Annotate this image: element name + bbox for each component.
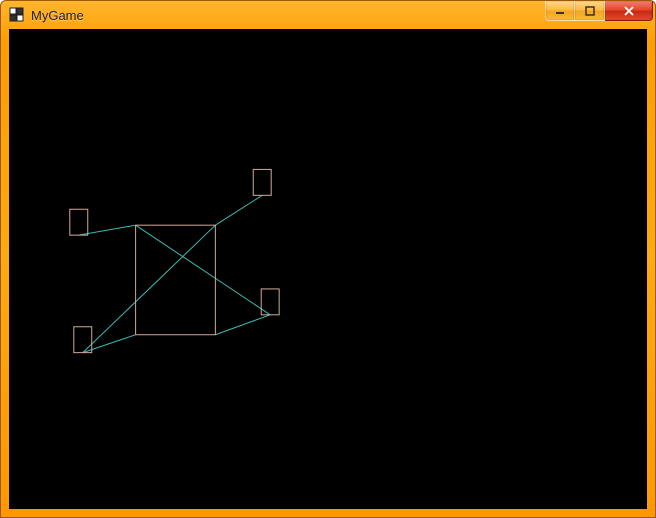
game-canvas [10,30,646,508]
app-icon [9,7,25,23]
titlebar[interactable]: MyGame [1,1,655,29]
close-button[interactable] [605,1,653,21]
client-area [9,29,647,509]
minimize-button[interactable] [545,1,575,21]
window-frame: MyGame [0,0,656,518]
window-controls [545,1,653,21]
maximize-button[interactable] [575,1,605,21]
